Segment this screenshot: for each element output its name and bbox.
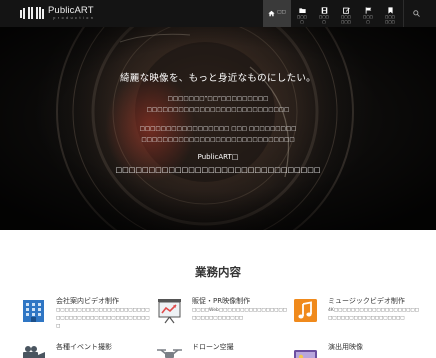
video-camera-icon <box>23 346 45 358</box>
hero-section: 綺麗な映像を、もっと身近なものにしたい。 □□□□□□□“□□”□□□□□□□□… <box>0 27 436 230</box>
service-title: 各種イベント撮影 <box>56 343 112 351</box>
nav-label: □□□□□□ <box>341 15 351 24</box>
nav-item-folder[interactable]: □□□□ <box>291 0 313 27</box>
nav-label: □□ <box>277 10 286 16</box>
logo-mark-icon <box>20 7 44 19</box>
home-icon <box>268 10 275 17</box>
logo-name: PublicART <box>48 5 94 16</box>
service-title: 会社案内ビデオ制作 <box>56 297 119 305</box>
nav-item-home[interactable]: □□ <box>263 0 291 27</box>
hero-text-line: □□□□□□□□□□□□□□□□□□□□□□□□□□□ <box>146 107 290 113</box>
service-title: 演出用映像 <box>328 343 363 351</box>
edit-icon <box>342 7 350 14</box>
service-title: ミュージックビデオ制作 <box>328 297 405 305</box>
main-nav: □□ □□□□ □□□□ □□□□□□ □□□□ □□□□□□ <box>263 0 429 27</box>
search-button[interactable] <box>403 0 429 27</box>
service-title: ドローン空撮 <box>192 343 234 351</box>
service-item-music-video[interactable]: ミュージックビデオ制作 4K□□□□□□□□□□□□□□□□□□□□□□□□□□… <box>292 297 423 324</box>
bookmark-icon <box>387 7 393 14</box>
service-item-promo-video[interactable]: 販促・PR映像制作 □□□□Web□□□□□□□□□□□□□□□□□□□□□□□… <box>156 297 287 324</box>
logo-subtitle: p r o d u c t i o n <box>53 15 94 20</box>
nav-label: □□□□ <box>297 15 307 24</box>
nav-item-bookmark[interactable]: □□□□□□ <box>379 0 401 27</box>
service-item-event-filming[interactable]: 各種イベント撮影 <box>20 343 151 358</box>
site-header: PublicART p r o d u c t i o n □□ □□□□ □□… <box>0 0 436 27</box>
flag-icon <box>365 7 371 14</box>
nav-item-film[interactable]: □□□□ <box>313 0 335 27</box>
service-title: 販促・PR映像制作 <box>192 297 251 305</box>
nav-label: □□□□ <box>319 15 329 24</box>
service-description: 4K□□□□□□□□□□□□□□□□□□□□□□□□□□□□□□□□□□□□□□ <box>328 308 419 321</box>
search-icon <box>413 10 420 17</box>
film-icon <box>321 7 327 14</box>
hero-title: 綺麗な映像を、もっと身近なものにしたい。 <box>119 73 316 84</box>
nav-label: □□□□□□ <box>385 15 395 24</box>
monitor-icon <box>294 350 317 358</box>
services-title: 業務内容 <box>195 265 241 279</box>
drone-icon <box>157 349 182 358</box>
hero-text-line: □□□□□□□“□□”□□□□□□□□□ <box>167 96 269 102</box>
music-icon <box>294 299 317 322</box>
nav-label: □□□□ <box>363 15 373 24</box>
folder-icon <box>298 8 306 13</box>
service-description: □□□□Web□□□□□□□□□□□□□□□□□□□□□□□□□□□□ <box>192 308 287 321</box>
hero-text-line: □□□□□□□□□□□□□□□□□□□□□□□□□□□□□ <box>141 137 295 143</box>
service-item-stage-video[interactable]: 演出用映像 <box>292 343 423 358</box>
service-description: □□□□□□□□□□□□□□□□□□□□□□□□□□□□□□□□□□□□□□□□… <box>56 308 150 329</box>
nav-item-edit[interactable]: □□□□□□ <box>335 0 357 27</box>
service-item-drone[interactable]: ドローン空撮 <box>156 343 287 358</box>
hero-brand: PublicART□ <box>197 153 239 161</box>
hero-text-line: □□□□□□□□□□□□□□□□□ □□□ □□□□□□□□□ <box>139 126 297 132</box>
nav-item-flag[interactable]: □□□□ <box>357 0 379 27</box>
logo[interactable]: PublicART p r o d u c t i o n <box>20 4 94 22</box>
presentation-icon <box>158 299 181 324</box>
building-icon <box>23 300 44 322</box>
hero-tagline: □□□□□□□□□□□□□□□□□□□□□□□□□□□□□□□ <box>115 166 321 174</box>
service-item-company-video[interactable]: 会社案内ビデオ制作 □□□□□□□□□□□□□□□□□□□□□□□□□□□□□□… <box>20 297 151 331</box>
